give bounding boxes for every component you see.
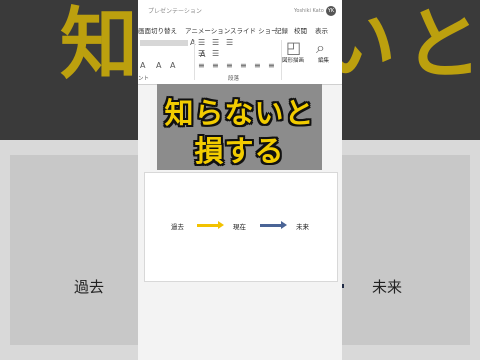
- search-icon[interactable]: ⌕: [316, 38, 325, 58]
- window-title: プレゼンテーション: [148, 8, 202, 15]
- background-future-label: 未来: [372, 278, 403, 296]
- title-bar: プレゼンテーション Yoshiki Kato YK: [138, 0, 342, 22]
- line-spacing-icon[interactable]: ≡: [268, 61, 275, 70]
- slide-future-label[interactable]: 未来: [296, 221, 309, 231]
- avatar[interactable]: YK: [326, 6, 336, 16]
- indent-icon[interactable]: ☰: [226, 38, 233, 47]
- drawing-label[interactable]: 図形描画: [282, 56, 304, 64]
- tab-review[interactable]: 校閲: [294, 25, 307, 35]
- tab-slideshow[interactable]: スライド ショー: [230, 25, 278, 35]
- tab-record[interactable]: 記録: [275, 25, 288, 35]
- arrow-present-to-future[interactable]: [260, 224, 281, 227]
- align-center-icon[interactable]: ≡: [212, 61, 219, 70]
- shrink-font-icon[interactable]: A: [170, 61, 175, 70]
- arrow-head-yellow: [218, 221, 224, 229]
- align-text-icon[interactable]: ☰: [212, 49, 219, 58]
- grow-font-icon[interactable]: A: [156, 61, 161, 70]
- slide-canvas[interactable]: 過去 現在 未来: [144, 172, 338, 282]
- align-left-icon[interactable]: ≡: [198, 61, 205, 70]
- background-past-label: 過去: [74, 278, 105, 296]
- banner-line-2: 損する: [194, 134, 285, 168]
- tab-animations[interactable]: アニメーション: [185, 25, 230, 35]
- tab-transitions[interactable]: 画面切り替え: [138, 25, 177, 35]
- drawing-icon[interactable]: ◰: [286, 38, 301, 57]
- banner-line-1: 知らないと: [164, 96, 315, 130]
- justify-icon[interactable]: ≡: [240, 61, 247, 70]
- text-direction-icon[interactable]: ☰: [198, 49, 205, 58]
- font-group-label: ント: [138, 76, 150, 82]
- columns-icon[interactable]: ≡: [254, 61, 261, 70]
- paragraph-group-label: 段落: [228, 76, 240, 82]
- font-color-icon[interactable]: A: [140, 61, 145, 70]
- bullets-icon[interactable]: ☰: [198, 38, 205, 47]
- numbering-icon[interactable]: ☰: [212, 38, 219, 47]
- font-size-box[interactable]: [140, 40, 188, 46]
- align-right-icon[interactable]: ≡: [226, 61, 233, 70]
- slide-past-label[interactable]: 過去: [171, 221, 184, 231]
- arrow-head-blue: [281, 221, 287, 229]
- tab-view[interactable]: 表示: [315, 25, 328, 35]
- arrow-past-to-present[interactable]: [197, 224, 218, 227]
- editing-label[interactable]: 編集: [318, 56, 329, 64]
- user-name[interactable]: Yoshiki Kato: [294, 8, 324, 14]
- ribbon-tabs: 画面切り替え アニメーション スライド ショー 記録 校閲 表示: [138, 22, 342, 36]
- ribbon-toolbar: A A A A A ント ☰ ☰ ☰ ☰ ☰ ≡ ≡ ≡ ≡ ≡ ≡ 段落 ◰ …: [138, 36, 342, 85]
- title-banner: 知らないと 損する: [157, 84, 322, 170]
- slide-present-label[interactable]: 現在: [233, 221, 246, 231]
- ribbon-separator: [194, 40, 195, 80]
